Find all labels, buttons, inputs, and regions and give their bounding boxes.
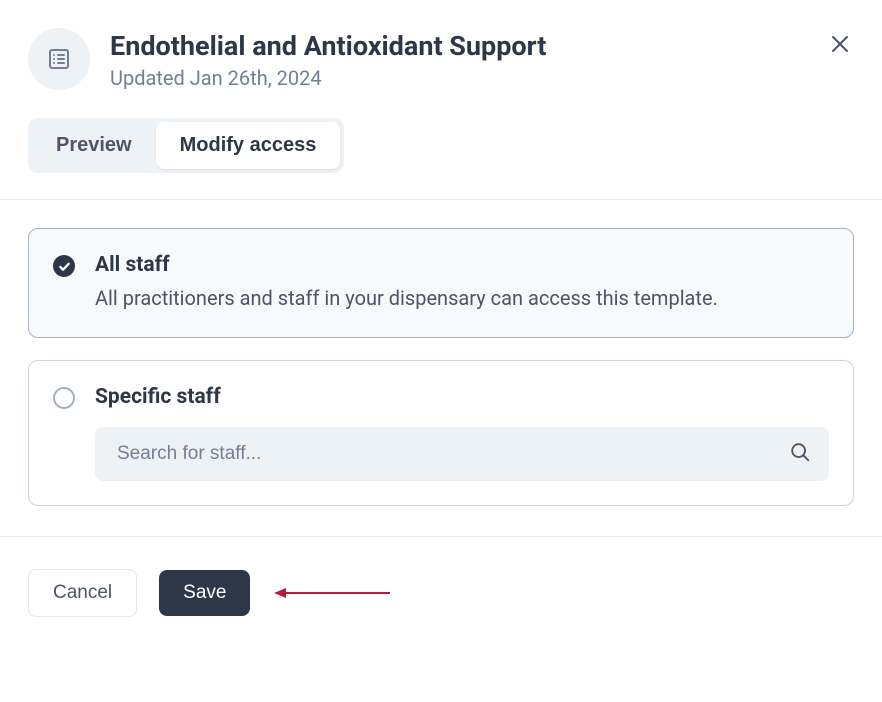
modal-header: Endothelial and Antioxidant Support Upda… xyxy=(28,28,854,90)
search-icon xyxy=(789,441,811,467)
close-button[interactable] xyxy=(826,30,854,58)
tab-preview[interactable]: Preview xyxy=(32,122,156,169)
save-button[interactable]: Save xyxy=(159,570,250,616)
cancel-button[interactable]: Cancel xyxy=(28,569,137,617)
updated-label: Updated Jan 26th, 2024 xyxy=(110,66,806,90)
option-all-staff-content: All staff All practitioners and staff in… xyxy=(95,253,829,313)
option-all-staff[interactable]: All staff All practitioners and staff in… xyxy=(28,228,854,338)
option-specific-staff-title: Specific staff xyxy=(95,385,829,409)
header-text: Endothelial and Antioxidant Support Upda… xyxy=(110,28,806,90)
divider xyxy=(0,199,882,200)
option-all-staff-title: All staff xyxy=(95,253,829,277)
option-all-staff-description: All practitioners and staff in your disp… xyxy=(95,283,829,313)
staff-search-wrap xyxy=(95,427,829,481)
tabs: Preview Modify access xyxy=(28,118,344,173)
close-icon xyxy=(830,34,850,54)
checkmark-icon xyxy=(58,260,71,273)
radio-specific-staff[interactable] xyxy=(53,387,75,409)
template-icon-wrap xyxy=(28,28,90,90)
footer: Cancel Save xyxy=(0,537,882,649)
page-title: Endothelial and Antioxidant Support xyxy=(110,30,806,62)
arrow-annotation xyxy=(272,584,392,602)
arrow-icon xyxy=(272,584,392,602)
template-icon xyxy=(47,47,71,71)
tab-modify-access[interactable]: Modify access xyxy=(156,122,341,169)
option-specific-staff[interactable]: Specific staff xyxy=(28,360,854,506)
staff-search-input[interactable] xyxy=(95,427,829,481)
option-specific-staff-content: Specific staff xyxy=(95,385,829,481)
radio-all-staff[interactable] xyxy=(53,255,75,277)
